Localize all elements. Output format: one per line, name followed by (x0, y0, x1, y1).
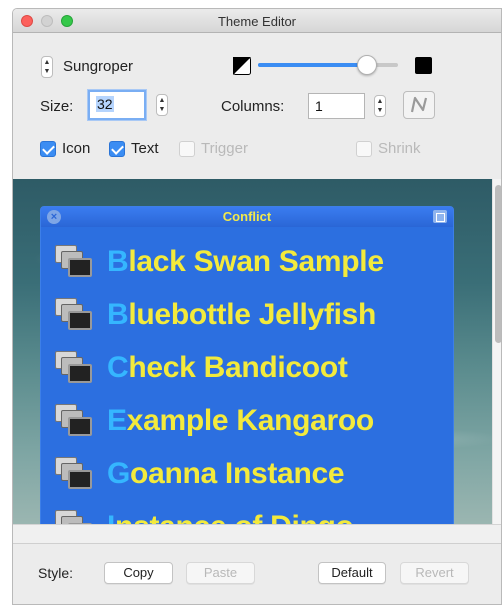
preview-bottom-strip (13, 524, 501, 544)
stacked-windows-icon (55, 350, 95, 385)
panel-title: Conflict (222, 209, 272, 224)
preview-scroll-thumb[interactable] (495, 185, 501, 343)
trigger-checkbox[interactable] (179, 141, 195, 157)
preview-item-list: Black Swan Sample Bluebottle Jellyfish Che… (41, 235, 453, 524)
preview-panel-header: × Conflict (41, 207, 453, 227)
preview-item: Goanna Instance (41, 447, 453, 500)
opacity-slider-fill (258, 63, 368, 67)
preview-item-label: Example Kangaroo (107, 403, 374, 437)
stacked-windows-icon (55, 244, 95, 279)
layout-n-icon (410, 96, 428, 113)
preview-item: Black Swan Sample (41, 235, 453, 288)
preview-item-label: Instance of Dingo (107, 510, 354, 525)
preview-item-label: Goanna Instance (107, 456, 345, 490)
preview-panel: × Conflict Black Swan Sample Bluebottle J… (40, 206, 454, 524)
columns-label: Columns: (221, 98, 285, 115)
style-label: Style: (38, 565, 74, 581)
text-checkbox-label: Text (131, 140, 159, 157)
trigger-checkbox-label: Trigger (201, 140, 248, 157)
size-stepper[interactable]: ▲ ▼ (156, 94, 168, 116)
panel-close-icon: × (47, 210, 61, 224)
theme-editor-window: Theme Editor ▲ ▼ Sungroper Size: 32 ▲ ▼ Co… (12, 8, 502, 605)
window-title: Theme Editor (217, 14, 297, 29)
preview-scrollbar[interactable] (492, 179, 501, 524)
stacked-windows-icon (55, 297, 95, 332)
transparency-min-icon (233, 57, 251, 75)
preview-item: Example Kangaroo (41, 394, 453, 447)
opacity-slider-knob[interactable] (357, 55, 378, 75)
stacked-windows-icon (55, 456, 95, 491)
columns-stepper[interactable]: ▲ ▼ (374, 95, 386, 117)
opacity-max-icon (415, 57, 432, 74)
panel-settings-icon (433, 210, 447, 223)
revert-button[interactable]: Revert (400, 562, 469, 584)
preview-item-label: Check Bandicoot (107, 350, 348, 384)
stacked-windows-icon (55, 509, 95, 524)
size-field[interactable]: 32 (88, 90, 146, 120)
preview-item: Bluebottle Jellyfish (41, 288, 453, 341)
icon-checkbox-label: Icon (62, 140, 91, 157)
stacked-windows-icon (55, 403, 95, 438)
preview-item-label: Bluebottle Jellyfish (107, 297, 377, 331)
preview-item: Instance of Dingo (41, 500, 453, 524)
copy-button[interactable]: Copy (104, 562, 173, 584)
theme-name: Sungroper (63, 58, 134, 75)
default-button[interactable]: Default (318, 562, 386, 584)
icon-checkbox[interactable] (40, 141, 56, 157)
size-value: 32 (96, 96, 114, 112)
title-bar: Theme Editor (13, 9, 501, 33)
size-label: Size: (40, 98, 74, 115)
preview-item-label: Black Swan Sample (107, 244, 384, 278)
columns-field[interactable]: 1 (308, 93, 365, 119)
layout-toggle-button[interactable] (403, 91, 435, 119)
theme-stepper[interactable]: ▲ ▼ (41, 56, 53, 78)
theme-preview-area: × Conflict Black Swan Sample Bluebottle J… (13, 179, 492, 524)
shrink-checkbox-label: Shrink (378, 140, 421, 157)
shrink-checkbox[interactable] (356, 141, 372, 157)
preview-item: Check Bandicoot (41, 341, 453, 394)
paste-button[interactable]: Paste (186, 562, 255, 584)
text-checkbox[interactable] (109, 141, 125, 157)
